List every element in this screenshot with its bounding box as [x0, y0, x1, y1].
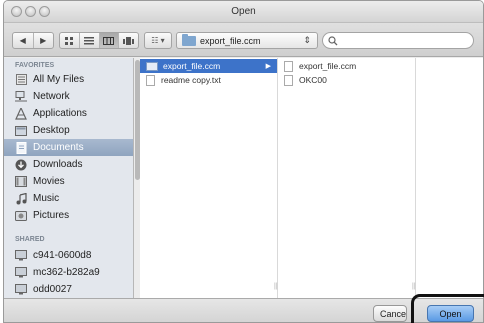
- search-field[interactable]: [322, 32, 474, 49]
- sidebar-item-shared-mc362[interactable]: mc362-b282a9: [4, 264, 133, 281]
- icon-view-button[interactable]: [60, 33, 80, 48]
- all-files-icon: [14, 74, 28, 86]
- updown-arrows-icon: ⇕: [303, 35, 311, 45]
- forward-arrow-icon: ▶: [40, 36, 47, 45]
- file-row-okc00[interactable]: OKC00: [278, 73, 415, 87]
- file-row-label: OKC00: [299, 75, 327, 85]
- sidebar-item-pictures[interactable]: Pictures: [4, 207, 133, 224]
- file-row-export-folder[interactable]: export_file.ccm ▶: [140, 59, 277, 73]
- sidebar-item-label: c941-0600d8: [33, 250, 92, 261]
- favorites-header: FAVORITES: [15, 62, 55, 69]
- sidebar-item-desktop[interactable]: Desktop: [4, 122, 133, 139]
- back-arrow-icon: ◀: [19, 36, 26, 45]
- sidebar-item-label: Documents: [33, 142, 84, 153]
- browser-column-2: export_file.ccm OKC00 ||: [278, 58, 416, 298]
- file-row-readme[interactable]: readme copy.txt: [140, 73, 277, 87]
- coverflow-view-icon: [123, 36, 135, 45]
- path-selector-label: export_file.ccm: [200, 36, 261, 46]
- sidebar-item-shared-odd0027[interactable]: odd0027: [4, 281, 133, 298]
- column-view-button[interactable]: [99, 33, 120, 48]
- documents-icon: [14, 141, 28, 154]
- window-title: Open: [231, 6, 256, 17]
- title-bar: Open: [4, 1, 483, 23]
- arrange-icon: ☷ ▾: [151, 36, 165, 45]
- network-icon: [14, 91, 28, 103]
- sidebar-item-label: Music: [33, 193, 60, 204]
- column-resize-handle[interactable]: ||: [412, 283, 416, 290]
- file-row-label: readme copy.txt: [161, 75, 221, 85]
- document-icon: [284, 74, 293, 86]
- toolbar: ◀ ▶ ☷ ▾ export_file.ccm ⇕: [4, 23, 483, 57]
- sidebar-item-label: mc362-b282a9: [33, 267, 100, 278]
- sidebar-item-music[interactable]: Music: [4, 190, 133, 207]
- sidebar-item-label: Desktop: [33, 125, 70, 136]
- shared-computer-icon: [14, 267, 28, 279]
- sidebar-item-label: Pictures: [33, 210, 70, 221]
- list-view-button[interactable]: [80, 33, 100, 48]
- sidebar-item-label: Movies: [33, 176, 65, 187]
- shared-computer-icon: [14, 250, 28, 262]
- sidebar-item-label: Network: [33, 91, 70, 102]
- browser-column-1: export_file.ccm ▶ readme copy.txt ||: [140, 58, 278, 298]
- forward-button[interactable]: ▶: [34, 33, 54, 48]
- back-button[interactable]: ◀: [13, 33, 34, 48]
- sidebar-item-label: Downloads: [33, 159, 83, 170]
- sidebar-item-network[interactable]: Network: [4, 88, 133, 105]
- sidebar-item-applications[interactable]: Applications: [4, 105, 133, 122]
- sidebar-item-movies[interactable]: Movies: [4, 173, 133, 190]
- sidebar-item-label: odd0027: [33, 284, 72, 295]
- sidebar-item-documents[interactable]: Documents: [4, 139, 133, 156]
- open-button-highlight: [411, 294, 484, 323]
- file-browser: export_file.ccm ▶ readme copy.txt || exp…: [140, 58, 483, 298]
- path-selector[interactable]: export_file.ccm ⇕: [176, 32, 318, 49]
- sidebar-item-label: All My Files: [33, 74, 85, 85]
- sidebar-item-shared-c941[interactable]: c941-0600d8: [4, 247, 133, 264]
- view-mode-control: [59, 32, 139, 49]
- pictures-icon: [14, 210, 28, 222]
- column-view-icon: [103, 36, 115, 45]
- search-icon: [328, 36, 338, 46]
- coverflow-view-button[interactable]: [119, 33, 138, 48]
- open-dialog: Open ◀ ▶ ☷ ▾ export_file.ccm ⇕ FAVORITES…: [3, 0, 484, 323]
- file-row-label: export_file.ccm: [163, 61, 221, 71]
- desktop-icon: [14, 125, 28, 137]
- disclosure-arrow-icon: ▶: [265, 63, 271, 70]
- document-icon: [146, 74, 155, 86]
- file-row-export-ccm[interactable]: export_file.ccm: [278, 59, 415, 73]
- downloads-icon: [14, 159, 28, 171]
- shared-computer-icon: [14, 284, 28, 296]
- cancel-button-label: Cancel: [380, 308, 407, 319]
- shared-header: SHARED: [15, 236, 45, 243]
- applications-icon: [14, 107, 28, 120]
- icon-view-icon: [64, 36, 73, 45]
- sidebar-item-downloads[interactable]: Downloads: [4, 156, 133, 173]
- movies-icon: [14, 176, 28, 188]
- sidebar: FAVORITES All My Files Network Applicati…: [4, 58, 134, 298]
- music-icon: [14, 192, 28, 205]
- folder-icon: [182, 34, 196, 46]
- list-view-icon: [84, 36, 95, 44]
- back-forward-control: ◀ ▶: [12, 32, 54, 49]
- file-row-label: export_file.ccm: [299, 61, 357, 71]
- arrange-menu-button[interactable]: ☷ ▾: [144, 32, 172, 49]
- cancel-button[interactable]: Cancel: [373, 305, 407, 322]
- folder-icon: [146, 61, 158, 71]
- sidebar-item-all-my-files[interactable]: All My Files: [4, 71, 133, 88]
- document-icon: [284, 60, 293, 72]
- sidebar-item-label: Applications: [33, 108, 87, 119]
